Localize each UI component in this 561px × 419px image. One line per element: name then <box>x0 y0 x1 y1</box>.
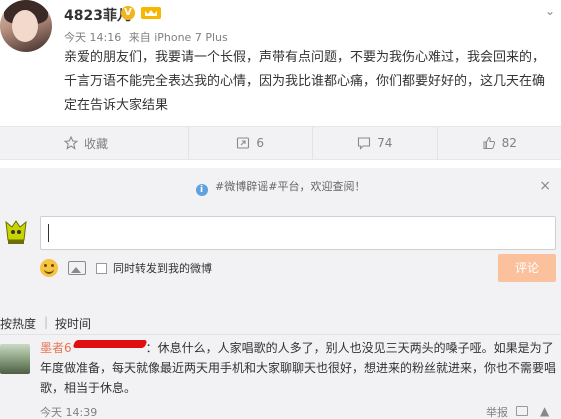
submit-comment-button[interactable]: 评论 <box>498 254 556 282</box>
favorite-button[interactable]: 收藏 <box>0 127 189 159</box>
verified-badge-icon: V <box>121 6 135 20</box>
image-icon[interactable] <box>68 261 86 275</box>
repost-checkbox-label[interactable]: 同时转发到我的微博 <box>113 260 212 276</box>
chevron-down-icon[interactable]: ⌄ <box>545 4 555 18</box>
favorite-label: 收藏 <box>84 136 109 151</box>
text-caret <box>48 224 49 242</box>
emoji-icon[interactable] <box>40 259 58 277</box>
post-meta: 今天 14:16 来自 iPhone 7 Plus <box>64 29 228 45</box>
post-source: 来自 iPhone 7 Plus <box>128 31 228 44</box>
sort-by-time-tab[interactable]: 按时间 <box>55 315 91 332</box>
comment-area: i #微博辟谣#平台，欢迎查阅！ × 同时转发到我的微博 评论 按热度 | 按时… <box>0 168 561 419</box>
star-icon <box>64 136 78 150</box>
self-avatar[interactable] <box>3 218 29 246</box>
comment-body: 墨者6 ：休息什么，人家唱歌的人多了，别人也没见三天两头的嗓子哑。如果是为了年度做… <box>40 338 558 398</box>
comment-count: 74 <box>377 136 393 150</box>
comment-text: ：休息什么，人家唱歌的人多了，别人也没见三天两头的嗓子哑。如果是为了年度做准备，… <box>40 341 557 395</box>
share-icon <box>237 137 250 149</box>
close-icon[interactable]: × <box>539 178 551 194</box>
weibo-post: 4823菲儿 V ⌄ 今天 14:16 来自 iPhone 7 Plus 亲爱的… <box>0 0 561 126</box>
comment-button[interactable]: 74 <box>313 127 438 159</box>
commenter-name[interactable]: 墨者6 <box>40 341 72 355</box>
post-action-bar: 收藏 6 74 82 <box>0 126 561 160</box>
thumbs-up-icon[interactable]: ▲ <box>540 404 549 418</box>
redaction-mark <box>72 340 148 348</box>
comment-icon <box>358 137 371 150</box>
user-avatar[interactable] <box>0 0 52 52</box>
divider <box>0 334 561 335</box>
repost-count: 6 <box>256 136 265 150</box>
sort-by-hot-tab[interactable]: 按热度 <box>0 315 36 332</box>
rumor-tip-text[interactable]: #微博辟谣#平台，欢迎查阅！ <box>215 180 365 193</box>
info-icon: i <box>195 184 208 196</box>
comment-time: 今天 14:39 <box>40 406 98 419</box>
comment-tools: 同时转发到我的微博 <box>40 256 212 280</box>
comment-input[interactable] <box>40 216 556 250</box>
rumor-tip-bar: i #微博辟谣#平台，欢迎查阅！ × <box>0 178 561 204</box>
sort-separator: | <box>44 315 49 329</box>
post-content: 亲爱的朋友们，我要请一个长假，声带有点问题，不要为我伤心难过，我会回来的，千言万… <box>64 50 546 113</box>
member-crown-icon[interactable] <box>140 6 162 20</box>
thumbs-up-icon <box>483 136 495 149</box>
repost-button[interactable]: 6 <box>189 127 313 159</box>
forward-icon[interactable] <box>516 406 528 416</box>
avatar-face <box>12 10 38 42</box>
comment-item: 墨者6 ：休息什么，人家唱歌的人多了，别人也没见三天两头的嗓子哑。如果是为了年度做… <box>0 336 561 419</box>
commenter-avatar[interactable] <box>0 344 30 374</box>
like-count: 82 <box>501 136 517 150</box>
comment-sort-bar: 按热度 | 按时间 <box>0 312 561 334</box>
report-link[interactable]: 举报 <box>486 404 508 419</box>
repost-checkbox[interactable] <box>96 262 107 274</box>
post-time[interactable]: 今天 14:16 <box>64 31 121 44</box>
like-button[interactable]: 82 <box>438 127 561 159</box>
